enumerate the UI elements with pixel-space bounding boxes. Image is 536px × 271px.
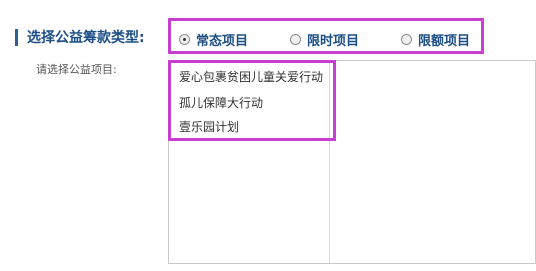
radio-option-label: 常态项目 [196, 34, 249, 49]
radio-option-label: 限额项目 [418, 34, 471, 49]
radio-checked-icon[interactable] [179, 34, 190, 45]
radio-option-limited-amount[interactable]: 限额项目 [401, 30, 470, 49]
radio-unchecked-icon[interactable] [290, 34, 301, 45]
radio-unchecked-icon[interactable] [401, 34, 412, 45]
section-title: 选择公益筹款类型: [27, 30, 145, 46]
radio-option-regular[interactable]: 常态项目 [179, 30, 248, 49]
radio-option-label: 限时项目 [307, 34, 360, 49]
project-select-label: 请选择公益项目: [36, 63, 117, 76]
section-marker [15, 29, 18, 46]
radio-option-limited-time[interactable]: 限时项目 [290, 30, 359, 49]
list-highlight [168, 60, 336, 141]
